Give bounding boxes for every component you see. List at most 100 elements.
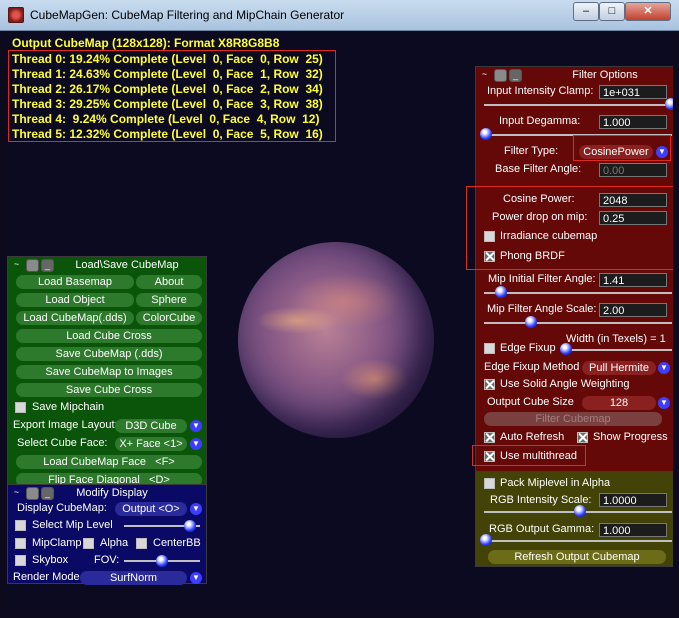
display-cubemap-dropdown-arrow-icon[interactable]: ▼ bbox=[190, 503, 202, 515]
skybox-label: Skybox bbox=[32, 554, 69, 566]
rgb-intensity-scale-label: RGB Intensity Scale: bbox=[490, 494, 592, 506]
save-mipchain-label: Save Mipchain bbox=[32, 401, 105, 413]
intensity-clamp-slider-knob[interactable] bbox=[665, 98, 673, 110]
maximize-button[interactable]: □ bbox=[599, 2, 625, 21]
load-save-panel-title: Load\Save CubeMap bbox=[75, 259, 179, 271]
mip-scale-slider-knob[interactable] bbox=[525, 316, 537, 328]
width-in-texels-label: Width (in Texels) = 1 bbox=[566, 333, 666, 345]
load-cube-cross-button[interactable]: Load Cube Cross bbox=[16, 329, 202, 343]
alpha-label: Alpha bbox=[100, 537, 129, 549]
sphere-button[interactable]: Sphere bbox=[136, 293, 202, 307]
mip-initial-filter-angle-field[interactable]: 1.41 bbox=[599, 273, 667, 287]
centerbb-checkbox[interactable] bbox=[136, 538, 147, 549]
render-mode-dropdown[interactable]: SurfNorm bbox=[80, 571, 187, 585]
edge-fixup-method-dropdown[interactable]: Pull Hermite bbox=[582, 361, 656, 375]
about-button[interactable]: About bbox=[136, 275, 202, 289]
mip-filter-angle-scale-field[interactable]: 2.00 bbox=[599, 303, 667, 317]
select-mip-level-label: Select Mip Level bbox=[32, 519, 113, 531]
thread-status-5: Thread 5: 12.32% Complete (Level 0, Face… bbox=[12, 127, 323, 141]
rgb-output-gamma-field[interactable]: 1.000 bbox=[599, 523, 667, 537]
output-cube-size-label: Output Cube Size bbox=[487, 396, 574, 408]
edge-fixup-slider-knob[interactable] bbox=[560, 343, 572, 355]
edge-fixup-label: Edge Fixup bbox=[500, 342, 556, 354]
centerbb-label: CenterBB bbox=[153, 537, 201, 549]
mip-initial-slider-track[interactable] bbox=[484, 292, 672, 294]
save-cubemap-to-images-button[interactable]: Save CubeMap to Images bbox=[16, 365, 202, 379]
edge-fixup-method-dropdown-arrow-icon[interactable]: ▼ bbox=[658, 362, 670, 374]
save-mipchain-checkbox[interactable] bbox=[15, 402, 26, 413]
load-object-button[interactable]: Load Object bbox=[16, 293, 134, 307]
pack-miplevel-alpha-label: Pack Miplevel in Alpha bbox=[500, 477, 611, 489]
mipclamp-checkbox[interactable] bbox=[15, 538, 26, 549]
load-basemap-button[interactable]: Load Basemap bbox=[16, 275, 134, 289]
output-format-text: Output CubeMap (128x128): Format X8R8G8B… bbox=[12, 36, 280, 50]
rgb-intensity-scale-field[interactable]: 1.0000 bbox=[599, 493, 667, 507]
filter-options-panel-title: Filter Options bbox=[572, 69, 638, 81]
output-cube-size-dropdown-arrow-icon[interactable]: ▼ bbox=[658, 397, 670, 409]
refresh-output-cubemap-button[interactable]: Refresh Output Cubemap bbox=[488, 550, 666, 564]
edge-fixup-checkbox[interactable] bbox=[484, 343, 495, 354]
title-bar: CubeMapGen: CubeMap Filtering and MipCha… bbox=[0, 0, 679, 31]
collapse-icon[interactable]: ~ bbox=[479, 69, 490, 80]
load-save-panel-header: ~ _ Load\Save CubeMap bbox=[8, 257, 206, 273]
input-degamma-label: Input Degamma: bbox=[499, 115, 581, 127]
input-degamma-field[interactable]: 1.000 bbox=[599, 115, 667, 129]
pin-icon[interactable] bbox=[26, 259, 39, 272]
modify-display-panel: ~ _ Modify Display Display CubeMap: Outp… bbox=[7, 484, 207, 585]
render-viewport[interactable]: Output CubeMap (128x128): Format X8R8G8B… bbox=[6, 31, 673, 612]
close-button[interactable]: ✕ bbox=[625, 2, 671, 21]
cosine-power-highlight-box bbox=[466, 186, 673, 270]
export-layout-dropdown[interactable]: D3D Cube bbox=[115, 419, 187, 433]
skybox-checkbox[interactable] bbox=[15, 555, 26, 566]
rgb-gamma-slider-knob[interactable] bbox=[480, 534, 492, 546]
render-mode-label: Render Mode bbox=[13, 571, 80, 583]
save-cube-cross-button[interactable]: Save Cube Cross bbox=[16, 383, 202, 397]
pack-miplevel-alpha-checkbox[interactable] bbox=[484, 478, 495, 489]
pin-icon[interactable] bbox=[494, 69, 507, 82]
minimize-button[interactable]: – bbox=[573, 2, 599, 21]
window-title: CubeMapGen: CubeMap Filtering and MipCha… bbox=[30, 8, 345, 22]
collapse-icon[interactable]: ~ bbox=[11, 259, 22, 270]
display-cubemap-dropdown[interactable]: Output <O> bbox=[115, 502, 187, 516]
render-mode-dropdown-arrow-icon[interactable]: ▼ bbox=[190, 572, 202, 584]
show-progress-checkbox[interactable] bbox=[577, 432, 588, 443]
fov-label: FOV: bbox=[94, 554, 120, 566]
save-cubemap-button[interactable]: Save CubeMap (.dds) bbox=[16, 347, 202, 361]
alpha-checkbox[interactable] bbox=[83, 538, 94, 549]
thread-status-0: Thread 0: 19.24% Complete (Level 0, Face… bbox=[12, 52, 323, 66]
thread-status-4: Thread 4: 9.24% Complete (Level 0, Face … bbox=[12, 112, 320, 126]
output-cube-size-dropdown[interactable]: 128 bbox=[582, 396, 656, 410]
export-layout-label: Export Image Layout: bbox=[13, 419, 118, 431]
colorcube-button[interactable]: ColorCube bbox=[136, 311, 202, 325]
auto-refresh-checkbox[interactable] bbox=[484, 432, 495, 443]
cubemap-sphere-preview[interactable] bbox=[238, 242, 434, 438]
filter-type-label: Filter Type: bbox=[504, 145, 559, 157]
modify-display-panel-header: ~ _ Modify Display bbox=[8, 485, 206, 501]
intensity-clamp-slider-track[interactable] bbox=[484, 104, 672, 106]
solid-angle-weighting-checkbox[interactable] bbox=[484, 379, 495, 390]
base-filter-angle-label: Base Filter Angle: bbox=[495, 163, 582, 175]
degamma-slider-knob[interactable] bbox=[480, 128, 492, 140]
modify-display-panel-title: Modify Display bbox=[76, 487, 148, 499]
mip-level-slider-knob[interactable] bbox=[184, 520, 196, 532]
select-cube-face-dropdown-arrow-icon[interactable]: ▼ bbox=[190, 438, 202, 450]
edge-fixup-slider-track[interactable] bbox=[564, 349, 672, 351]
rgb-intensity-slider-knob[interactable] bbox=[574, 505, 586, 517]
export-layout-dropdown-arrow-icon[interactable]: ▼ bbox=[190, 420, 202, 432]
load-save-panel: ~ _ Load\Save CubeMap Load Basemap About… bbox=[7, 256, 207, 487]
input-intensity-clamp-field[interactable]: 1e+031 bbox=[599, 85, 667, 99]
load-cubemap-face-button[interactable]: Load CubeMap Face <F> bbox=[16, 455, 202, 469]
rgb-gamma-slider-track[interactable] bbox=[484, 540, 672, 542]
mip-scale-slider-track[interactable] bbox=[484, 322, 672, 324]
thread-status-3: Thread 3: 29.25% Complete (Level 0, Face… bbox=[12, 97, 323, 111]
mip-filter-angle-scale-label: Mip Filter Angle Scale: bbox=[487, 303, 597, 315]
select-mip-level-checkbox[interactable] bbox=[15, 520, 26, 531]
filter-cubemap-button[interactable]: Filter Cubemap bbox=[484, 412, 662, 426]
load-cubemap-button[interactable]: Load CubeMap(.dds) bbox=[16, 311, 134, 325]
output-options-panel: Pack Miplevel in Alpha RGB Intensity Sca… bbox=[475, 471, 673, 567]
mip-initial-slider-knob[interactable] bbox=[495, 286, 507, 298]
minimize-panel-icon[interactable]: _ bbox=[509, 69, 522, 82]
select-cube-face-dropdown[interactable]: X+ Face <1> bbox=[115, 437, 187, 451]
base-filter-angle-field[interactable]: 0.00 bbox=[599, 163, 667, 177]
fov-slider-knob[interactable] bbox=[156, 555, 168, 567]
